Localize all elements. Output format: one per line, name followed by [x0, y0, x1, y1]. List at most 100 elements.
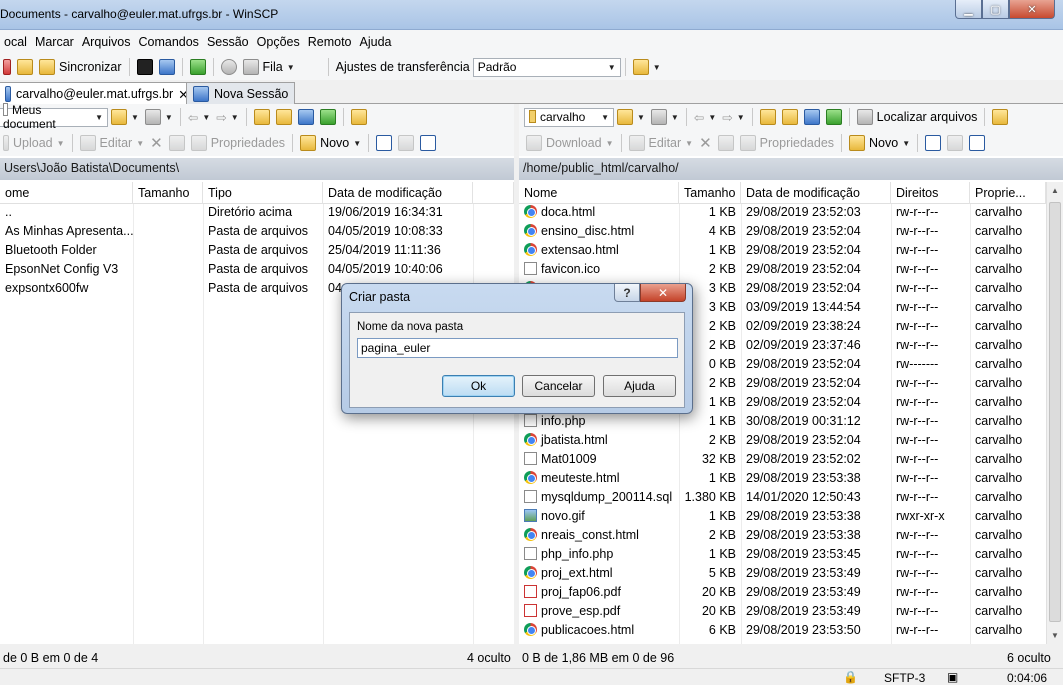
local-root-dir-button[interactable] [273, 109, 295, 125]
local-rename-button[interactable] [166, 135, 188, 151]
local-edit-button[interactable]: Editar ▼ [77, 135, 148, 151]
table-row[interactable]: favicon.ico 2 KB 29/08/2019 23:52:04 rw-r--… [519, 261, 1046, 280]
remote-refresh-button[interactable] [823, 109, 845, 125]
tab-current-session[interactable]: carvalho@euler.mat.ufrgs.br ✕ [0, 82, 196, 105]
synchronize-button[interactable]: Sincronizar [36, 59, 125, 75]
remote-root-dir-button[interactable] [779, 109, 801, 125]
menu-local[interactable]: ocal [0, 35, 31, 49]
table-row[interactable]: nreais_const.html 2 KB 29/08/2019 23:53:38… [519, 527, 1046, 546]
table-row[interactable]: .. Diretório acima 19/06/2019 16:34:31 [0, 204, 473, 223]
local-new-button[interactable]: Novo ▼ [297, 135, 364, 151]
table-row[interactable]: Mat01009 32 KB 29/08/2019 23:52:02 rw-r--r-… [519, 451, 1046, 470]
maximize-button[interactable]: ▢ [982, 0, 1009, 19]
remote-filter-button[interactable]: ▼ [648, 109, 682, 125]
table-row[interactable]: publicacoes.html 6 KB 29/08/2019 23:53:50 r… [519, 622, 1046, 641]
upload-button[interactable]: Upload ▼ [0, 135, 68, 151]
local-col-name[interactable]: ome [0, 182, 133, 204]
download-button[interactable]: Download ▼ [523, 135, 617, 151]
local-col-size[interactable]: Tamanho [133, 182, 203, 204]
menu-mark[interactable]: Marcar [31, 35, 78, 49]
local-parent-dir-button[interactable] [251, 109, 273, 125]
preferences-button[interactable] [218, 59, 240, 75]
dialog-help-button[interactable]: ? [614, 284, 640, 302]
table-row[interactable]: doca.html 1 KB 29/08/2019 23:52:03 rw-r--r-… [519, 204, 1046, 223]
queue-button[interactable]: Fila ▼ [240, 59, 298, 75]
local-back-button[interactable]: ⇦ ▼ [185, 110, 213, 125]
remote-home-button[interactable] [801, 109, 823, 125]
ok-button[interactable]: Ok [442, 375, 515, 397]
table-row[interactable]: php_info.php 1 KB 29/08/2019 23:53:45 rw-r-… [519, 546, 1046, 565]
putty-button[interactable] [156, 59, 178, 75]
table-row[interactable]: As Minhas Apresenta... Pasta de arquivos 0… [0, 223, 473, 242]
refresh-sync-button[interactable] [187, 59, 209, 75]
menu-session[interactable]: Sessão [203, 35, 253, 49]
menu-files[interactable]: Arquivos [78, 35, 135, 49]
remote-new-button[interactable]: Novo ▼ [846, 135, 913, 151]
remote-edit-button[interactable]: Editar ▼ [626, 135, 697, 151]
remote-filter-select-button[interactable] [966, 135, 988, 151]
remote-col-rights[interactable]: Direitos [891, 182, 970, 204]
remote-col-owner[interactable]: Proprie... [970, 182, 1046, 204]
toolbar-compare-button[interactable] [14, 59, 36, 75]
table-row[interactable]: meuteste.html 1 KB 29/08/2019 23:53:38 rw-r… [519, 470, 1046, 489]
remote-forward-button[interactable]: ⇨ ▼ [719, 110, 747, 125]
menu-options[interactable]: Opções [253, 35, 304, 49]
local-location-select[interactable]: Meus document ▼ [0, 103, 108, 131]
local-filter-select-button[interactable] [417, 135, 439, 151]
remote-scrollbar[interactable]: ▲ ▼ [1046, 182, 1063, 644]
local-open-dir-button[interactable]: ▼ [108, 109, 142, 125]
scroll-down-icon[interactable]: ▼ [1047, 627, 1063, 644]
menu-remote[interactable]: Remoto [304, 35, 356, 49]
local-col-extra[interactable] [473, 182, 514, 204]
local-delete-button[interactable]: ✕ [147, 134, 166, 152]
remote-location-select[interactable]: carvalho ▼ [524, 107, 614, 127]
table-row[interactable]: proj_fap06.pdf 20 KB 29/08/2019 23:53:49 rw… [519, 584, 1046, 603]
scrollbar-thumb[interactable] [1049, 202, 1061, 622]
remote-select-all-button[interactable] [922, 135, 944, 151]
menu-help[interactable]: Ajuda [356, 35, 396, 49]
menu-commands[interactable]: Comandos [134, 35, 202, 49]
remote-col-date[interactable]: Data de modificação [741, 182, 891, 204]
dialog-close-button[interactable]: ✕ [640, 284, 686, 302]
remote-properties-button[interactable]: Propriedades [737, 135, 837, 151]
toolbar-new-session-button[interactable] [0, 59, 14, 75]
local-forward-button[interactable]: ⇨ ▼ [213, 110, 241, 125]
remote-rename-button[interactable] [715, 135, 737, 151]
table-row[interactable]: proj_ext.html 5 KB 29/08/2019 23:53:49 rw-r… [519, 565, 1046, 584]
table-row[interactable]: EpsonNet Config V3 Pasta de arquivos 04/05… [0, 261, 473, 280]
remote-open-dir-button[interactable]: ▼ [614, 109, 648, 125]
table-row[interactable]: mysqldump_200114.sql 1.380 KB 14/01/2020 1… [519, 489, 1046, 508]
local-home-button[interactable] [295, 109, 317, 125]
help-button[interactable]: Ajuda [603, 375, 676, 397]
table-row[interactable]: prove_esp.pdf 20 KB 29/08/2019 23:53:49 rw-… [519, 603, 1046, 622]
remote-back-button[interactable]: ⇦ ▼ [691, 110, 719, 125]
remote-tree-button[interactable] [989, 109, 1011, 125]
table-row[interactable]: jbatista.html 2 KB 29/08/2019 23:52:04 rw-r… [519, 432, 1046, 451]
local-properties-button[interactable]: Propriedades [188, 135, 288, 151]
local-select-all-button[interactable] [373, 135, 395, 151]
close-button[interactable]: ✕ [1009, 0, 1055, 19]
table-row[interactable]: novo.gif 1 KB 29/08/2019 23:53:38 rwxr-xr-x… [519, 508, 1046, 527]
local-col-date[interactable]: Data de modificação [323, 182, 473, 204]
console-button[interactable] [134, 59, 156, 75]
remote-unselect-button[interactable] [944, 135, 966, 151]
tab-new-session[interactable]: Nova Sessão [186, 82, 296, 104]
cancel-button[interactable]: Cancelar [522, 375, 595, 397]
find-files-button[interactable]: Localizar arquivos [854, 109, 981, 125]
table-row[interactable]: extensao.html 1 KB 29/08/2019 23:52:04 rw-r… [519, 242, 1046, 261]
scroll-up-icon[interactable]: ▲ [1047, 182, 1063, 199]
remote-col-name[interactable]: Nome [519, 182, 679, 204]
transfer-presets-button[interactable]: ▼ [630, 59, 664, 75]
table-row[interactable]: Bluetooth Folder Pasta de arquivos 25/04/2… [0, 242, 473, 261]
table-row[interactable]: ensino_disc.html 4 KB 29/08/2019 23:52:04 r… [519, 223, 1046, 242]
folder-name-input[interactable]: pagina_euler [357, 338, 678, 358]
table-row[interactable]: info.php 1 KB 30/08/2019 00:31:12 rw-r--r--… [519, 413, 1046, 432]
transfer-settings-select[interactable]: Padrão ▼ [472, 57, 621, 77]
local-filter-button[interactable]: ▼ [142, 109, 176, 125]
remote-col-size[interactable]: Tamanho [679, 182, 741, 204]
remote-parent-dir-button[interactable] [757, 109, 779, 125]
local-find-button[interactable] [348, 109, 370, 125]
minimize-button[interactable]: ▁ [955, 0, 982, 19]
local-col-type[interactable]: Tipo [203, 182, 323, 204]
local-unselect-button[interactable] [395, 135, 417, 151]
